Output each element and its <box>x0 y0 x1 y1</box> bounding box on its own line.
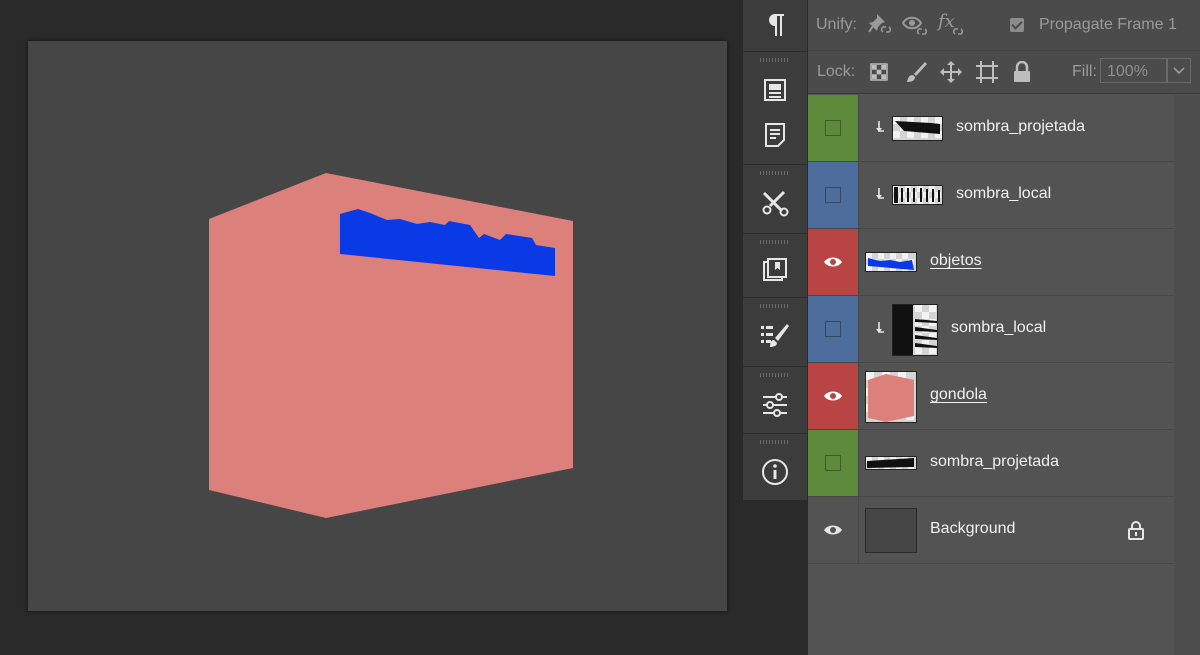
notes-icon[interactable] <box>759 119 791 151</box>
layer-row[interactable]: sombra_local <box>808 296 1174 363</box>
pin-position-icon[interactable] <box>866 12 896 38</box>
fx-style-icon[interactable]: fx <box>936 10 968 38</box>
objects-icon <box>865 252 917 272</box>
gondola-icon <box>865 371 917 423</box>
shadow-bar-icon <box>892 116 943 141</box>
layer-row[interactable]: sombra_local <box>808 162 1174 229</box>
hidden-box-icon <box>825 120 841 136</box>
layer-row[interactable]: sombra_projetada <box>808 430 1174 497</box>
lock-position-icon[interactable] <box>938 59 964 85</box>
panel-icon-strip <box>742 0 808 500</box>
paragraph-icon[interactable] <box>759 9 791 41</box>
lock-label: Lock: <box>817 63 856 80</box>
lock-all-icon[interactable] <box>1010 59 1034 85</box>
strip-group-info <box>743 434 807 500</box>
lock-transparent-pixels-icon[interactable] <box>867 60 891 84</box>
eye-visibility-icon[interactable] <box>901 12 931 38</box>
libraries-icon[interactable] <box>759 254 791 286</box>
strip-group-properties <box>743 52 807 165</box>
eye-icon <box>824 525 842 535</box>
layers-panel: Unify: fx Propagate Frame 1 Lock: Fill: <box>808 0 1200 655</box>
layer-row[interactable]: Background <box>808 497 1174 564</box>
lock-icon[interactable] <box>1128 521 1144 540</box>
fill-dropdown-button[interactable] <box>1167 58 1191 83</box>
strip-group-libraries <box>743 234 807 298</box>
lock-artboard-icon[interactable] <box>974 59 1000 85</box>
strip-group-tools <box>743 165 807 234</box>
layer-row[interactable]: sombra_projetada <box>808 95 1174 162</box>
visibility-toggle[interactable] <box>808 95 859 161</box>
strip-group-adjustments <box>743 367 807 434</box>
layer-name: sombra_local <box>951 319 1047 336</box>
canvas-area[interactable] <box>0 0 742 655</box>
layer-name: objetos <box>930 252 982 269</box>
info-icon[interactable] <box>759 456 791 488</box>
fill-input[interactable]: 100% <box>1100 58 1167 83</box>
strip-group-paragraph <box>743 0 807 52</box>
artwork <box>209 173 573 518</box>
shadow-side-icon <box>892 304 938 356</box>
layer-row[interactable]: gondola <box>808 363 1174 430</box>
properties-icon[interactable] <box>759 74 791 106</box>
shadow-floor-icon <box>865 456 917 470</box>
eye-icon <box>824 391 842 401</box>
shadow-stripes-icon <box>892 185 943 205</box>
visibility-toggle[interactable] <box>808 229 859 295</box>
eye-icon <box>824 257 842 267</box>
chevron-down-icon <box>1173 66 1185 74</box>
tools-icon[interactable] <box>759 187 791 219</box>
layer-name: sombra_local <box>956 185 1052 202</box>
visibility-toggle[interactable] <box>808 363 859 429</box>
hidden-box-icon <box>825 321 841 337</box>
brush-settings-icon[interactable] <box>759 320 791 352</box>
clipping-arrow-icon <box>876 188 884 199</box>
unify-bar: Unify: fx Propagate Frame 1 <box>808 0 1200 51</box>
layer-name: Background <box>930 520 1016 537</box>
visibility-toggle[interactable] <box>808 296 859 362</box>
propagate-label: Propagate Frame 1 <box>1039 16 1177 33</box>
svg-text:fx: fx <box>936 11 955 32</box>
layer-name: sombra_projetada <box>956 118 1085 135</box>
hidden-box-icon <box>825 455 841 471</box>
visibility-toggle[interactable] <box>808 162 859 228</box>
clipping-arrow-icon <box>876 322 884 333</box>
layers-scrollbar[interactable] <box>1174 95 1200 655</box>
lock-image-pixels-icon[interactable] <box>903 59 929 85</box>
clipping-arrow-icon <box>876 121 884 132</box>
background-icon <box>865 508 917 553</box>
layer-row[interactable]: objetos <box>808 229 1174 296</box>
unify-label: Unify: <box>816 16 857 33</box>
layer-name: gondola <box>930 386 987 403</box>
strip-group-brush <box>743 298 807 367</box>
hidden-box-icon <box>825 187 841 203</box>
document-canvas[interactable] <box>28 41 727 611</box>
fill-label: Fill: <box>1072 63 1097 80</box>
adjustments-icon[interactable] <box>759 389 791 421</box>
visibility-toggle[interactable] <box>808 497 859 563</box>
visibility-toggle[interactable] <box>808 430 859 496</box>
propagate-checkbox[interactable] <box>1010 18 1024 32</box>
layer-name: sombra_projetada <box>930 453 1059 470</box>
